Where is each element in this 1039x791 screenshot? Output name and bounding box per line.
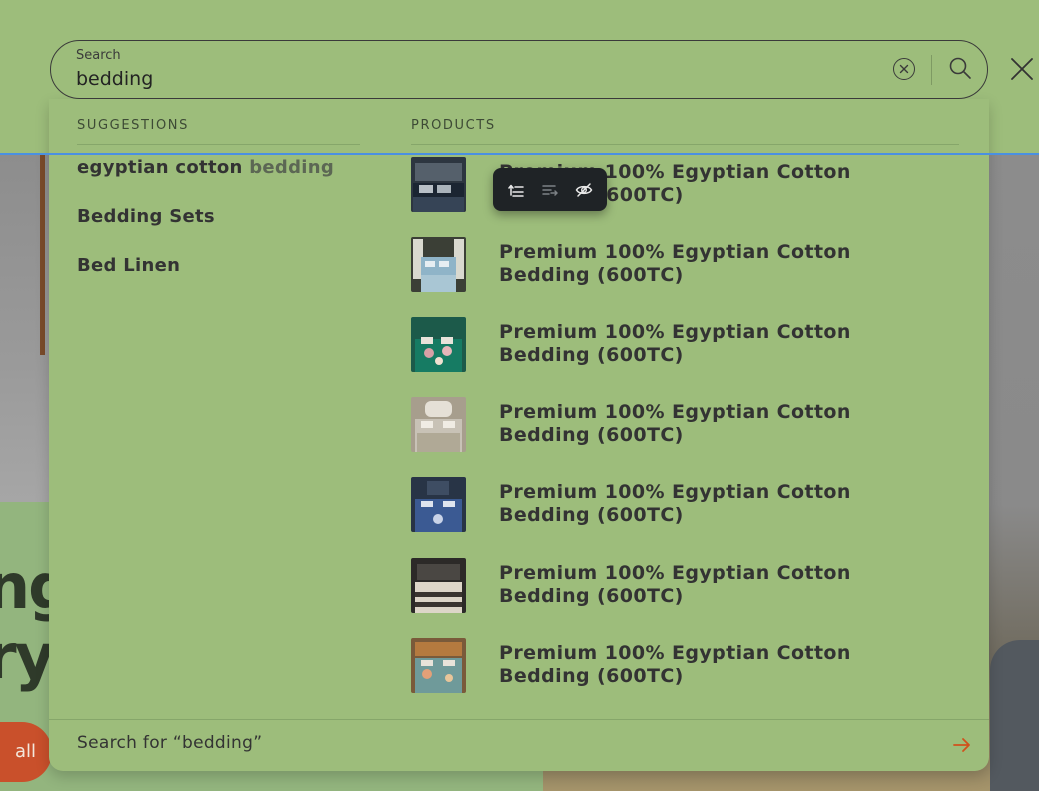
- product-thumbnail: [411, 317, 466, 372]
- search-field[interactable]: Search: [50, 40, 988, 99]
- suggestion-prefix: Bedding Sets: [77, 206, 215, 227]
- background-hero-title: ng ry: [0, 550, 73, 693]
- product-thumbnail: [411, 638, 466, 693]
- product-result[interactable]: Premium 100% Egyptian Cotton Bedding (60…: [411, 638, 971, 694]
- footer-divider: [49, 719, 989, 720]
- product-thumbnail: [411, 397, 466, 452]
- products-heading-rule: [411, 144, 959, 145]
- search-label: Search: [76, 48, 121, 63]
- search-input[interactable]: [76, 68, 856, 90]
- unwrap-lines-icon: [542, 184, 558, 196]
- search-submit-button[interactable]: [947, 55, 973, 81]
- product-thumbnail: [411, 558, 466, 613]
- search-for-arrow-button[interactable]: [951, 735, 973, 755]
- search-for-link[interactable]: Search for “bedding”: [77, 733, 262, 753]
- suggestions-heading: SUGGESTIONS: [77, 118, 189, 133]
- search-divider: [931, 55, 932, 85]
- floating-toolbar: [493, 168, 607, 211]
- close-search-button[interactable]: [1008, 55, 1036, 83]
- product-result[interactable]: Premium 100% Egyptian Cotton Bedding (60…: [411, 317, 971, 373]
- suggestion-prefix: Bed Linen: [77, 255, 181, 276]
- product-thumbnail: [411, 477, 466, 532]
- close-x-icon: [1011, 58, 1033, 80]
- product-result[interactable]: Premium 100% Egyptian Cotton Bedding (60…: [411, 397, 971, 453]
- background-decor: [40, 155, 45, 355]
- product-title: Premium 100% Egyptian Cotton Bedding (60…: [499, 562, 851, 607]
- product-result[interactable]: Premium 100% Egyptian Cotton Bedding (60…: [411, 237, 971, 293]
- eye-off-icon: [575, 182, 593, 197]
- background-sofa: [990, 640, 1039, 791]
- suggestion-item[interactable]: egyptian cotton bedding: [77, 157, 334, 178]
- products-heading: PRODUCTS: [411, 118, 496, 133]
- hide-button[interactable]: [571, 177, 597, 203]
- selection-guide-line: [0, 153, 1039, 155]
- magnifier-icon: [949, 57, 971, 79]
- product-result[interactable]: Premium 100% Egyptian Cotton Bedding (60…: [411, 477, 971, 533]
- product-title: Premium 100% Egyptian Cotton Bedding (60…: [499, 642, 851, 687]
- product-title: Premium 100% Egyptian Cotton Bedding (60…: [499, 401, 851, 446]
- unwrap-lines-button[interactable]: [537, 177, 563, 203]
- product-thumbnail: [411, 237, 466, 292]
- clear-search-button[interactable]: [893, 58, 915, 80]
- suggestions-heading-rule: [77, 144, 360, 145]
- suggestion-match: bedding: [249, 157, 335, 178]
- product-thumbnail: [411, 157, 466, 212]
- product-title: Premium 100% Egyptian Cotton Bedding (60…: [499, 321, 851, 366]
- suggestion-item[interactable]: Bed Linen: [77, 255, 180, 276]
- suggestion-item[interactable]: Bedding Sets: [77, 206, 215, 227]
- wrap-lines-icon: [508, 184, 524, 197]
- clear-circle-x-icon: [899, 64, 909, 74]
- arrow-right-icon: [953, 738, 970, 752]
- product-title: Premium 100% Egyptian Cotton Bedding (60…: [499, 481, 851, 526]
- suggestion-prefix: egyptian cotton: [77, 157, 250, 178]
- product-result[interactable]: Premium 100% Egyptian Cotton Bedding (60…: [411, 558, 971, 614]
- wrap-lines-button[interactable]: [503, 177, 529, 203]
- product-title: Premium 100% Egyptian Cotton Bedding (60…: [499, 241, 851, 286]
